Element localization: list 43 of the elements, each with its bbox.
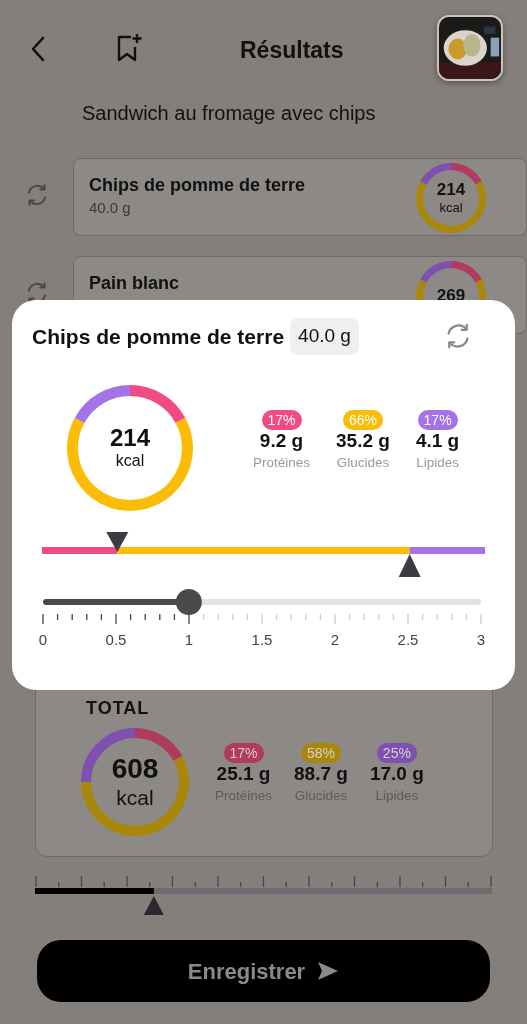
tick-label: 3 [476, 629, 486, 650]
macro-amount: 88.7 g [294, 763, 348, 787]
food-name: Chips de pomme de terre [89, 175, 306, 197]
food-item-card[interactable]: Chips de pomme de terre 40.0 g 214 kcal [73, 158, 527, 236]
percent-badge: 58% [300, 743, 341, 764]
meal-name: Sandwich au fromage avec chips [81, 101, 377, 126]
percent-badge: 17% [261, 409, 302, 430]
calorie-unit: kcal [439, 199, 463, 216]
tick-label: 0 [38, 629, 48, 650]
weight-field[interactable]: 40.0 g [290, 318, 359, 355]
tick-label: 1 [184, 629, 194, 650]
macro-amount: 4.1 g [415, 429, 460, 453]
bookmark-add-icon[interactable] [116, 33, 142, 63]
tick-label: 2 [330, 629, 340, 650]
macro-amount: 17.0 g [369, 763, 424, 787]
save-button[interactable]: Enregistrer [37, 940, 490, 1002]
macro-amount: 35.2 g [336, 429, 390, 453]
calorie-value: 608 [111, 754, 159, 785]
calorie-unit: kcal [115, 451, 145, 471]
tick-label: 2.5 [397, 629, 419, 650]
percent-badge: 25% [376, 743, 417, 764]
percent-badge: 17% [417, 409, 458, 430]
page-title: Résultats [240, 36, 344, 65]
marker-icon[interactable] [106, 531, 129, 552]
macro-label: Glucides [336, 453, 390, 472]
tick-label: 0.5 [105, 629, 127, 650]
marker-icon[interactable] [398, 553, 421, 577]
calorie-value: 214 [109, 424, 150, 452]
calorie-value: 214 [436, 180, 466, 200]
food-name: Pain blanc [89, 273, 180, 295]
marker-icon [143, 896, 164, 915]
macro-label: Protéines [253, 453, 311, 472]
calorie-unit: kcal [116, 784, 154, 810]
macro-label: Lipides [416, 453, 459, 472]
percent-badge: 66% [342, 409, 383, 430]
macro-amount: 25.1 g [216, 763, 271, 787]
total-label: TOTAL [85, 697, 151, 720]
slider-handle[interactable] [175, 588, 202, 615]
percent-badge: 17% [223, 743, 264, 764]
send-icon [317, 961, 340, 981]
macro-amount: 9.2 g [259, 429, 304, 453]
food-weight: 40.0 g [89, 197, 132, 218]
tick-label: 1.5 [251, 629, 273, 650]
